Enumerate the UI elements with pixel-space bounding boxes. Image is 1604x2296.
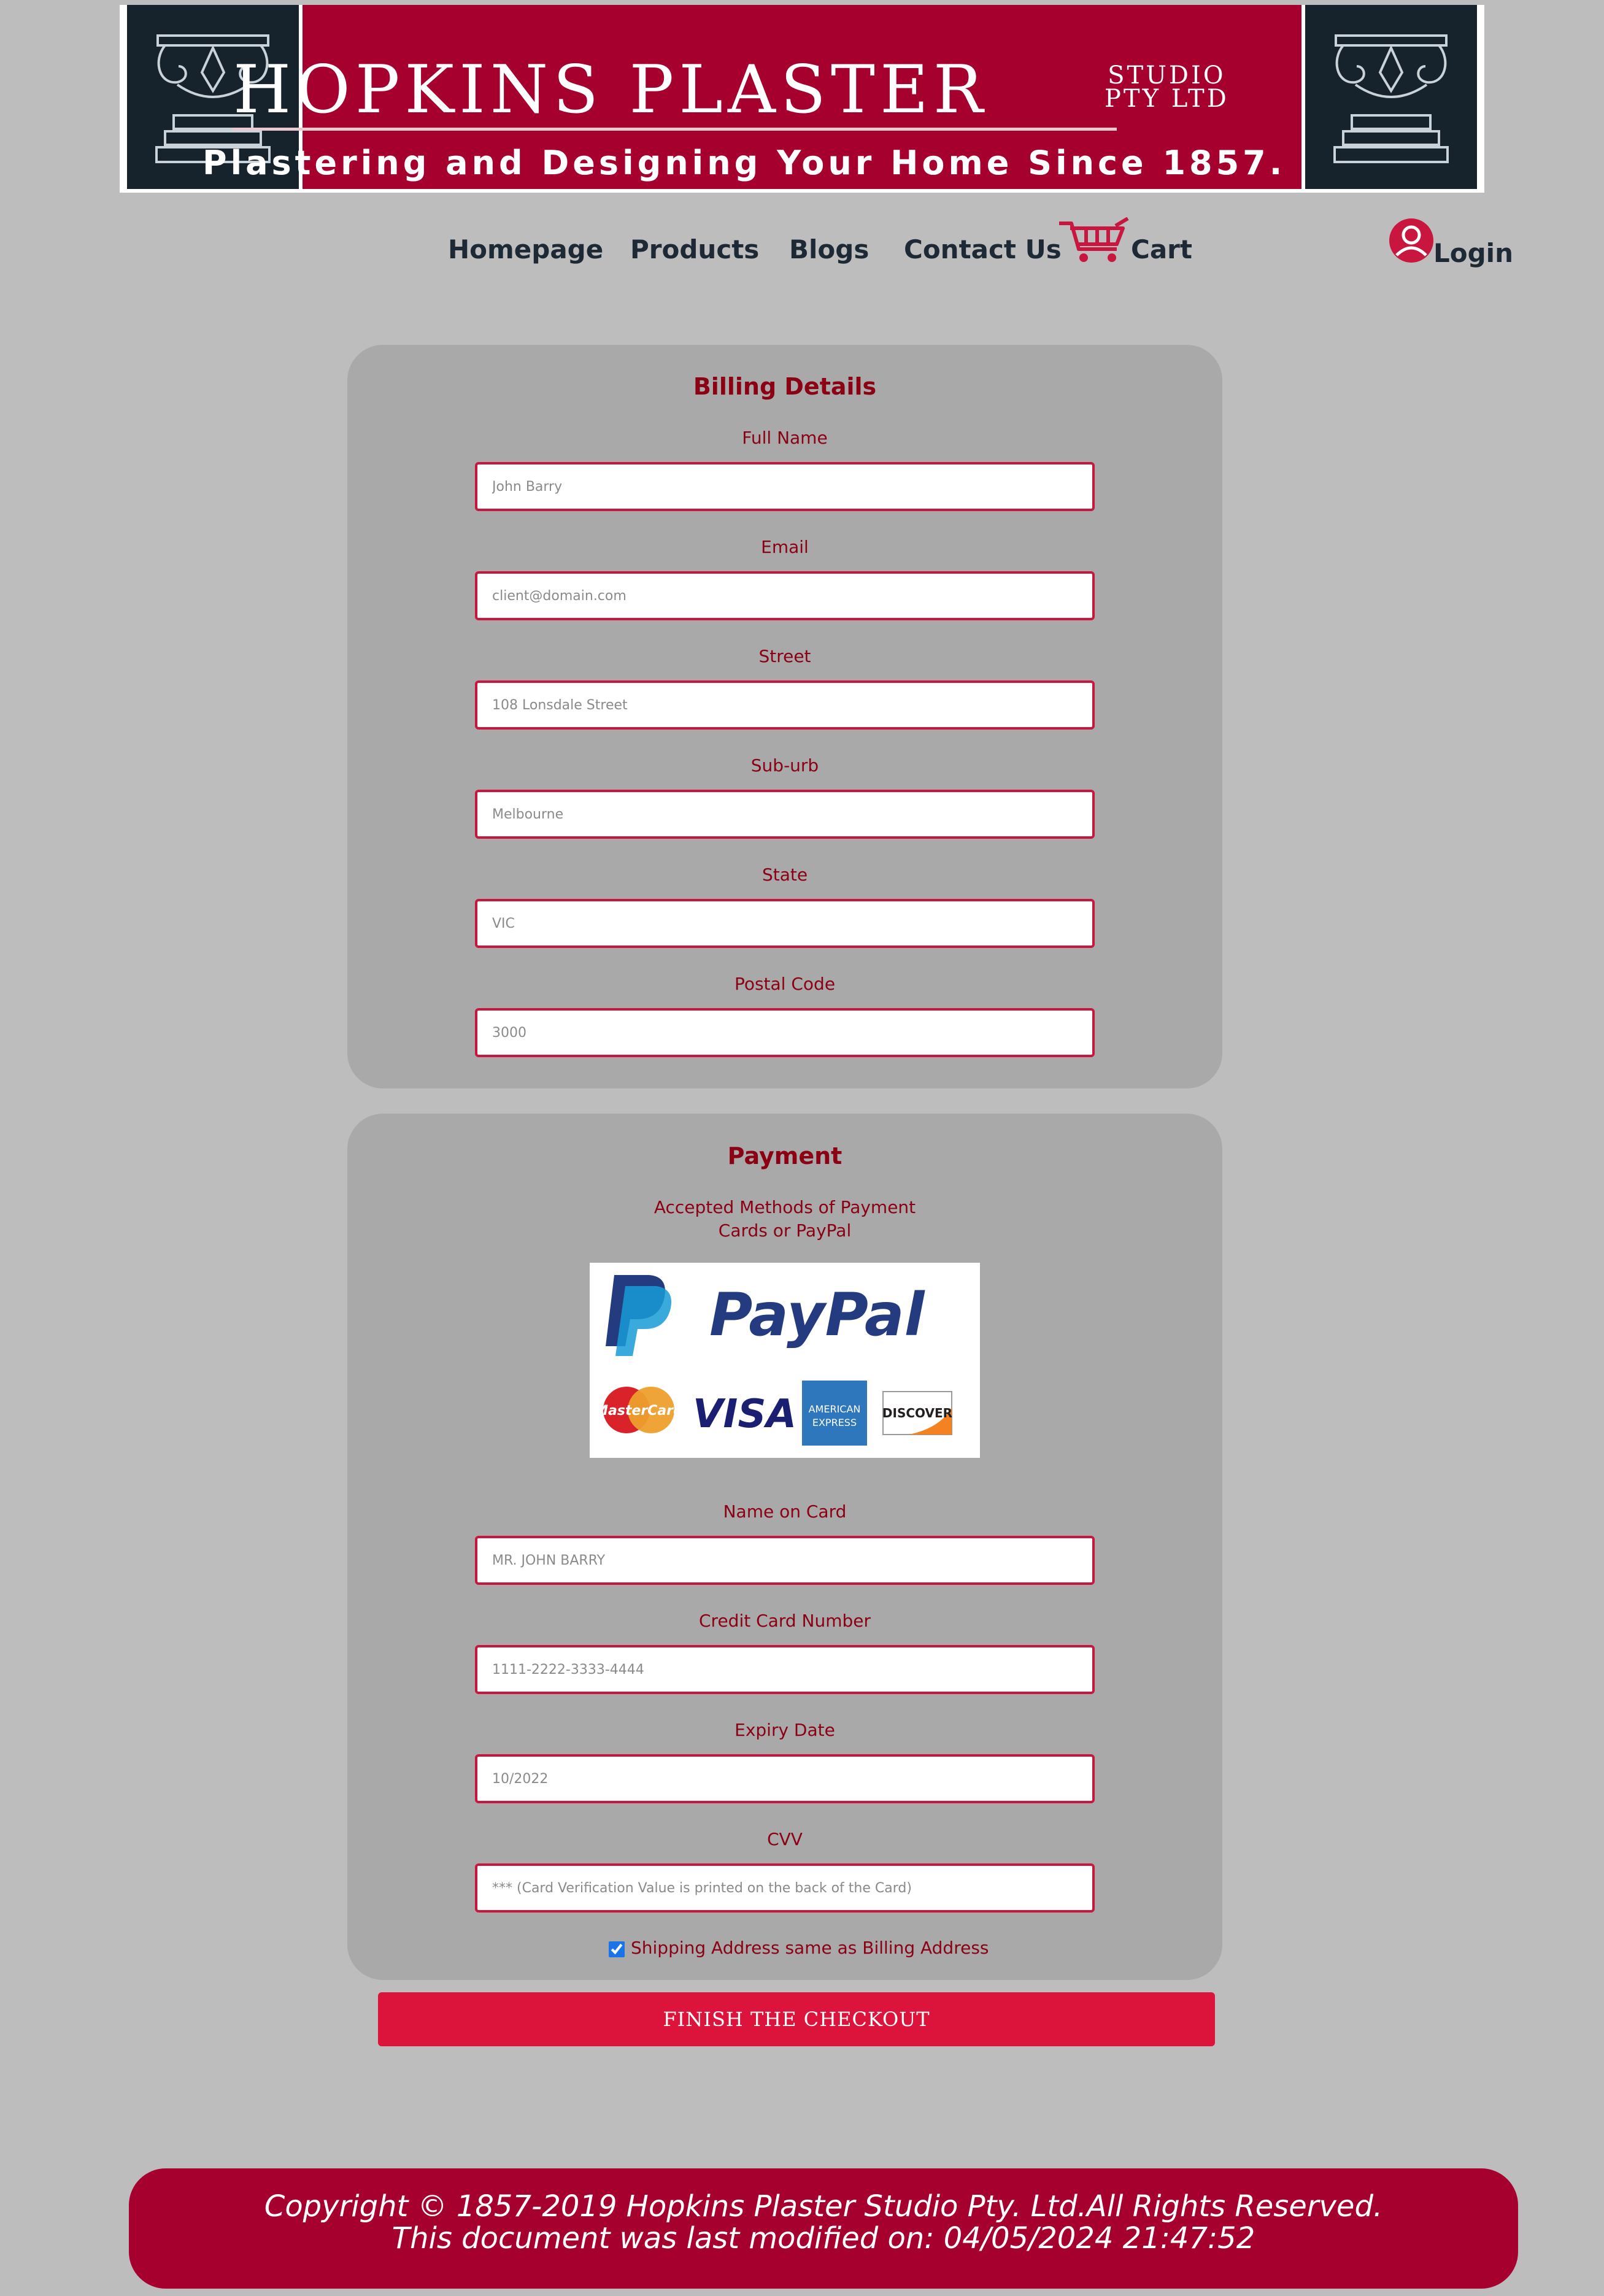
card-number-input[interactable] bbox=[475, 1645, 1095, 1694]
billing-title: Billing Details bbox=[693, 373, 877, 400]
full-name-label: Full Name bbox=[742, 428, 828, 448]
brand-name: HOPKINS PLASTER bbox=[233, 52, 989, 128]
state-input[interactable] bbox=[475, 899, 1095, 948]
mastercard-logo-icon: MasterCard bbox=[595, 1387, 683, 1433]
column-capital-right-icon bbox=[1301, 5, 1481, 189]
name-on-card-input[interactable] bbox=[475, 1536, 1095, 1585]
suburb-input[interactable] bbox=[475, 790, 1095, 839]
email-label: Email bbox=[761, 537, 809, 557]
payment-title: Payment bbox=[727, 1142, 842, 1169]
accepted-methods-line2: Cards or PayPal bbox=[718, 1220, 852, 1241]
american-express-logo-icon: AMERICAN EXPRESS bbox=[802, 1381, 867, 1446]
nav-products[interactable]: Products bbox=[630, 234, 759, 264]
accepted-methods-line1: Accepted Methods of Payment bbox=[654, 1197, 916, 1217]
footer-last-modified: This document was last modified on: 04/0… bbox=[391, 2221, 1255, 2256]
street-label: Street bbox=[758, 646, 811, 666]
svg-text:DISCOVER: DISCOVER bbox=[882, 1406, 952, 1420]
visa-logo-icon: VISA bbox=[693, 1392, 796, 1437]
payment-methods-image: PayPal MasterCard VISA AMERICAN EXPRESS … bbox=[590, 1263, 980, 1458]
svg-text:AMERICAN: AMERICAN bbox=[809, 1403, 861, 1415]
brand-tagline: Plastering and Designing Your Home Since… bbox=[202, 144, 1286, 182]
expiry-date-input[interactable] bbox=[475, 1754, 1095, 1803]
postal-code-input[interactable] bbox=[475, 1008, 1095, 1057]
nav-contact-us[interactable]: Contact Us bbox=[904, 234, 1062, 264]
brand-divider bbox=[232, 128, 1117, 131]
footer-copyright: Copyright © 1857-2019 Hopkins Plaster St… bbox=[264, 2189, 1383, 2224]
paypal-logo-icon: PayPal bbox=[606, 1275, 925, 1356]
nav-homepage[interactable]: Homepage bbox=[448, 234, 603, 264]
full-name-input[interactable] bbox=[475, 462, 1095, 511]
shopping-cart-icon[interactable] bbox=[1057, 217, 1130, 269]
suburb-label: Sub-urb bbox=[750, 755, 819, 776]
nav-cart[interactable]: Cart bbox=[1131, 234, 1192, 264]
nav-login[interactable]: Login bbox=[1433, 238, 1513, 268]
nav-blogs[interactable]: Blogs bbox=[789, 234, 869, 264]
discover-logo-icon: DISCOVER bbox=[882, 1391, 952, 1435]
svg-text:EXPRESS: EXPRESS bbox=[812, 1417, 857, 1428]
shipping-same-checkbox[interactable] bbox=[609, 1941, 625, 1957]
svg-text:MasterCard: MasterCard bbox=[595, 1403, 683, 1419]
cvv-label: CVV bbox=[767, 1829, 803, 1849]
street-input[interactable] bbox=[475, 680, 1095, 730]
cvv-input[interactable] bbox=[475, 1863, 1095, 1913]
card-number-label: Credit Card Number bbox=[699, 1611, 871, 1631]
name-on-card-label: Name on Card bbox=[723, 1501, 847, 1522]
brand-suffix-line2: PTY LTD bbox=[1105, 85, 1229, 113]
user-icon[interactable] bbox=[1388, 217, 1435, 266]
state-label: State bbox=[762, 865, 808, 885]
svg-text:PayPal: PayPal bbox=[709, 1281, 925, 1349]
postal-code-label: Postal Code bbox=[734, 974, 836, 994]
expiry-date-label: Expiry Date bbox=[735, 1720, 835, 1740]
brand-suffix-line1: STUDIO bbox=[1108, 61, 1226, 90]
email-input[interactable] bbox=[475, 571, 1095, 620]
shipping-same-label: Shipping Address same as Billing Address bbox=[631, 1938, 989, 1958]
finish-checkout-button[interactable]: FINISH THE CHECKOUT bbox=[378, 1992, 1215, 2046]
brand-suffix: STUDIO PTY LTD bbox=[1105, 61, 1229, 113]
